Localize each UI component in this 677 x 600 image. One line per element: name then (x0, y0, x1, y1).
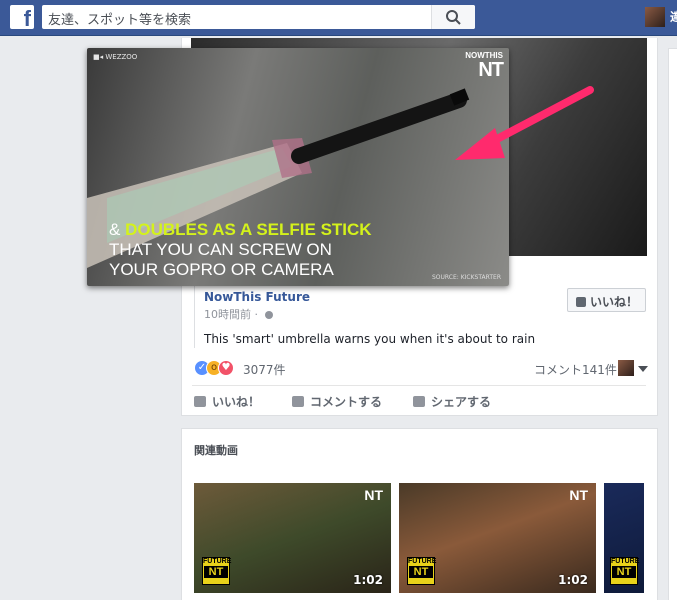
top-navigation-bar: f 友達、スポット等を検索 達 (0, 0, 677, 36)
love-reaction-icon: ♥ (218, 360, 234, 376)
share-icon (413, 396, 425, 407)
caption-highlight: DOUBLES AS A SELFIE STICK (125, 220, 372, 239)
related-video-thumbnail[interactable]: NT FUTURE NT 1:02 (194, 483, 391, 593)
nowthis-mark: NT (478, 59, 504, 81)
like-action-button[interactable]: いいね！ (194, 393, 260, 410)
like-page-button[interactable]: いいね！ (567, 288, 646, 312)
comment-icon (292, 396, 304, 407)
comment-action-button[interactable]: コメントする (292, 393, 382, 410)
video-duration: 1:02 (558, 573, 588, 587)
comment-count-link[interactable]: コメント141件 (534, 361, 617, 378)
profile-name[interactable]: 達 (670, 8, 677, 25)
video-caption: & DOUBLES AS A SELFIE STICK THAT YOU CAN… (109, 220, 489, 280)
like-action-label: いいね！ (212, 395, 261, 409)
chevron-down-icon[interactable] (638, 366, 648, 372)
globe-icon (264, 311, 273, 319)
related-videos-title: 関連動画 (194, 444, 238, 457)
facebook-logo-icon[interactable]: f (10, 5, 34, 31)
post-time[interactable]: 10時間前 (204, 308, 251, 321)
caption-line-3: YOUR GOPRO OR CAMERA (109, 260, 334, 279)
video-source-tag: ■◂ WEZZOO (93, 53, 138, 61)
shared-post-border (194, 286, 195, 348)
search-input[interactable]: 友達、スポット等を検索 (42, 5, 475, 29)
future-nt-badge: FUTURE NT (202, 557, 232, 585)
post-page-name-link[interactable]: NowThis Future (204, 290, 310, 304)
comment-action-label: コメントする (310, 395, 383, 409)
badge-logo: NT (204, 566, 228, 578)
caption-line-2: THAT YOU CAN SCREW ON (109, 240, 332, 259)
badge-top: FUTURE (408, 558, 437, 565)
badge-top: FUTURE (203, 558, 232, 565)
future-nt-badge: FUTURE NT (407, 557, 437, 585)
search-placeholder: 友達、スポット等を検索 (48, 13, 192, 28)
thumbs-up-icon (194, 396, 206, 407)
video-source-credit: SOURCE: KICKSTARTER (432, 274, 501, 281)
badge-logo: NT (409, 566, 433, 578)
badge-top: FUTURE (611, 558, 640, 565)
right-column (668, 48, 677, 600)
profile-avatar[interactable] (645, 7, 665, 27)
post-timestamp[interactable]: 10時間前 · (204, 306, 273, 322)
commenter-avatar[interactable] (618, 360, 634, 376)
like-page-label: いいね！ (590, 295, 639, 309)
reaction-count[interactable]: 3077件 (243, 361, 286, 378)
related-video-thumbnail[interactable]: NT FUTURE NT 1:02 (399, 483, 596, 593)
thumbs-up-icon (576, 297, 586, 307)
nowthis-logo: NT (364, 487, 383, 503)
floating-video-player[interactable]: ■◂ WEZZOO NOWTHIS NT & DOUBLES AS A SELFI… (87, 48, 509, 286)
nowthis-logo: NT (569, 487, 588, 503)
share-action-button[interactable]: シェアする (413, 393, 491, 410)
post-description: This 'smart' umbrella warns you when it'… (204, 332, 536, 346)
video-duration: 1:02 (353, 573, 383, 587)
action-divider (192, 385, 646, 386)
caption-prefix: & (109, 220, 126, 239)
badge-logo: NT (612, 566, 636, 578)
share-action-label: シェアする (431, 395, 492, 409)
future-nt-badge: FUTURE NT (610, 557, 640, 585)
search-icon (446, 10, 461, 25)
search-button[interactable] (431, 5, 475, 29)
related-video-thumbnail[interactable]: FUTURE NT (604, 483, 644, 593)
nowthis-logo: NOWTHIS NT (465, 51, 504, 81)
